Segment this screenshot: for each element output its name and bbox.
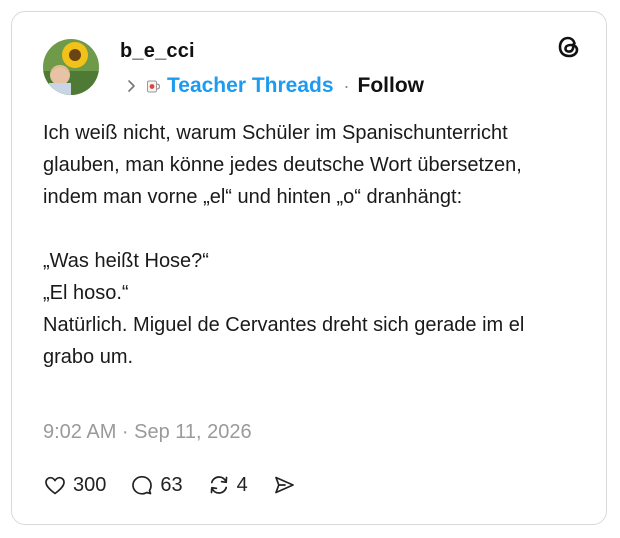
post-card: b_e_cci Teacher Threads · Follow Ich wei… (11, 11, 607, 525)
action-bar: 300 63 4 (43, 470, 326, 500)
reply-count: 63 (160, 473, 183, 496)
post-line-answer: „El hoso.“ (43, 282, 129, 304)
author-username[interactable]: b_e_cci (120, 40, 195, 63)
like-count: 300 (73, 473, 107, 496)
community-link[interactable]: Teacher Threads (167, 74, 334, 98)
heart-icon (45, 476, 65, 495)
post-line-question: „Was heißt Hose?“ (43, 250, 209, 272)
threads-logo-icon[interactable] (554, 32, 584, 62)
avatar[interactable] (43, 39, 99, 95)
post-paragraph-1: Ich weiß nicht, warum Schüler im Spanisc… (43, 122, 522, 208)
repost-button[interactable]: 4 (207, 473, 248, 497)
reply-button[interactable]: 63 (130, 473, 183, 497)
repost-count: 4 (236, 473, 248, 496)
mug-icon (147, 80, 161, 93)
post-body: Ich weiß nicht, warum Schüler im Spanisc… (43, 117, 563, 373)
repost-icon (210, 476, 227, 494)
send-icon (274, 476, 294, 494)
like-button[interactable]: 300 (43, 473, 106, 497)
separator-dot: · (343, 75, 350, 96)
community-row: Teacher Threads · Follow (125, 72, 424, 100)
post-line-punchline: Natürlich. Miguel de Cervantes dreht sic… (43, 314, 525, 368)
share-button[interactable] (272, 473, 302, 497)
post-timestamp[interactable]: 9:02 AM · Sep 11, 2026 (43, 421, 252, 444)
follow-button[interactable]: Follow (358, 74, 425, 98)
speech-bubble-icon (132, 475, 153, 495)
chevron-right-icon (128, 80, 135, 92)
